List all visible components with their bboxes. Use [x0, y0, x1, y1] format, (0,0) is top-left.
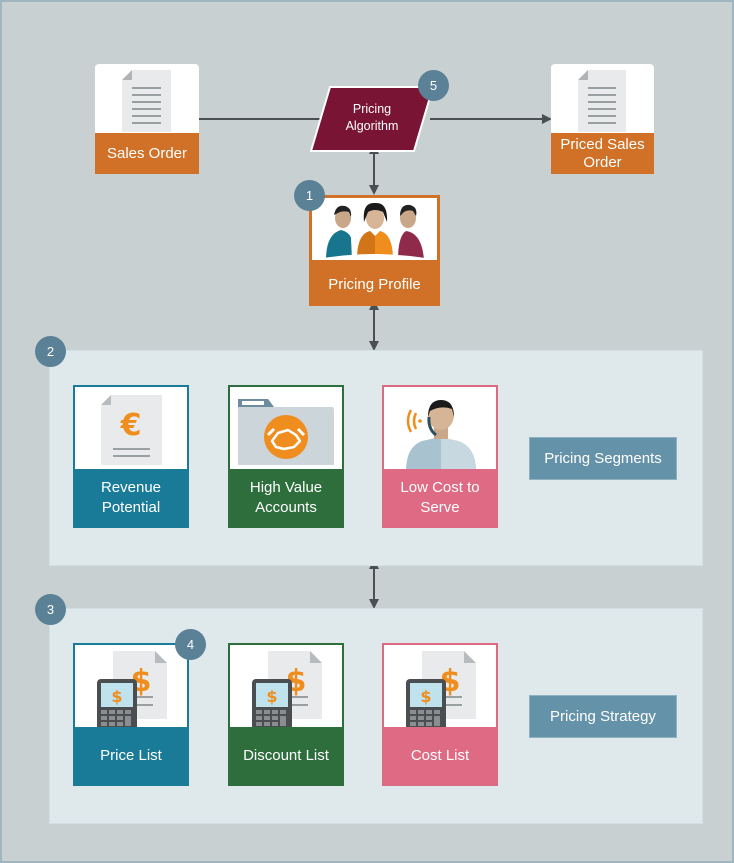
- svg-text:$: $: [266, 687, 277, 706]
- card-image: [230, 387, 342, 471]
- document-icon: [122, 70, 171, 132]
- pricing-algorithm-line2: Algorithm: [345, 119, 399, 133]
- card-revenue-potential[interactable]: € Revenue Potential: [73, 385, 189, 528]
- pricing-algorithm-label: Pricing Algorithm: [324, 101, 420, 135]
- card-label: Price List: [75, 727, 187, 784]
- sales-order-label: Sales Order: [95, 133, 199, 174]
- calculator-dollar-icon: $ $: [97, 651, 167, 729]
- calculator-dollar-icon: $ $: [406, 651, 476, 729]
- card-image: $ $: [384, 645, 496, 729]
- priced-sales-order-node[interactable]: Priced Sales Order: [551, 64, 654, 174]
- card-low-cost-to-serve[interactable]: Low Cost to Serve: [382, 385, 498, 528]
- card-image: $ $: [75, 645, 187, 729]
- priced-sales-order-line2: Order: [583, 153, 622, 171]
- pricing-profile-image: [312, 198, 437, 260]
- card-cost-list[interactable]: $ $ Cost List: [382, 643, 498, 786]
- handshake-folder-icon: [238, 399, 334, 465]
- call-agent-icon: [406, 400, 476, 471]
- card-label-line2: Accounts: [255, 498, 317, 516]
- step-badge-1: 1: [294, 180, 325, 211]
- card-label: Discount List: [230, 727, 342, 784]
- card-label-line1: Revenue: [100, 478, 162, 496]
- svg-text:$: $: [420, 687, 431, 706]
- step-badge-2: 2: [35, 336, 66, 367]
- card-label: Low Cost to Serve: [384, 469, 496, 526]
- card-image: €: [75, 387, 187, 471]
- document-icon: [578, 70, 626, 132]
- priced-sales-order-line1: Priced Sales: [560, 135, 645, 153]
- pricing-profile-label: Pricing Profile: [328, 275, 421, 293]
- card-label-line2: Serve: [420, 498, 460, 516]
- sales-order-node[interactable]: Sales Order: [95, 64, 199, 174]
- priced-sales-order-label: Priced Sales Order: [551, 133, 654, 174]
- card-price-list[interactable]: $ $ Price List: [73, 643, 189, 786]
- diagram-canvas: Sales Order Pricing Algorithm 5 Priced S…: [0, 0, 734, 863]
- svg-text:€: €: [120, 408, 142, 443]
- card-image: $ $: [230, 645, 342, 729]
- pricing-profile-node[interactable]: Pricing Profile: [309, 195, 440, 306]
- card-discount-list[interactable]: $ $ Discount List: [228, 643, 344, 786]
- euro-document-icon: €: [101, 395, 162, 465]
- card-label-line2: Potential: [101, 498, 161, 516]
- step-badge-5: 5: [418, 70, 449, 101]
- step-badge-3: 3: [35, 594, 66, 625]
- card-label: High Value Accounts: [230, 469, 342, 526]
- pricing-algorithm-line1: Pricing: [352, 102, 392, 116]
- card-high-value-accounts[interactable]: High Value Accounts: [228, 385, 344, 528]
- pricing-segments-tag: Pricing Segments: [529, 437, 677, 480]
- pricing-strategy-tag: Pricing Strategy: [529, 695, 677, 738]
- pricing-algorithm-node[interactable]: Pricing Algorithm: [310, 86, 434, 152]
- people-icon: [312, 202, 437, 260]
- step-badge-4: 4: [175, 629, 206, 660]
- card-label-line1: High Value: [249, 478, 323, 496]
- card-label: Revenue Potential: [75, 469, 187, 526]
- calculator-dollar-icon: $ $: [252, 651, 322, 729]
- svg-text:$: $: [111, 687, 122, 706]
- card-image: [384, 387, 496, 471]
- card-label-line1: Low Cost to: [400, 478, 480, 496]
- card-label: Cost List: [384, 727, 496, 784]
